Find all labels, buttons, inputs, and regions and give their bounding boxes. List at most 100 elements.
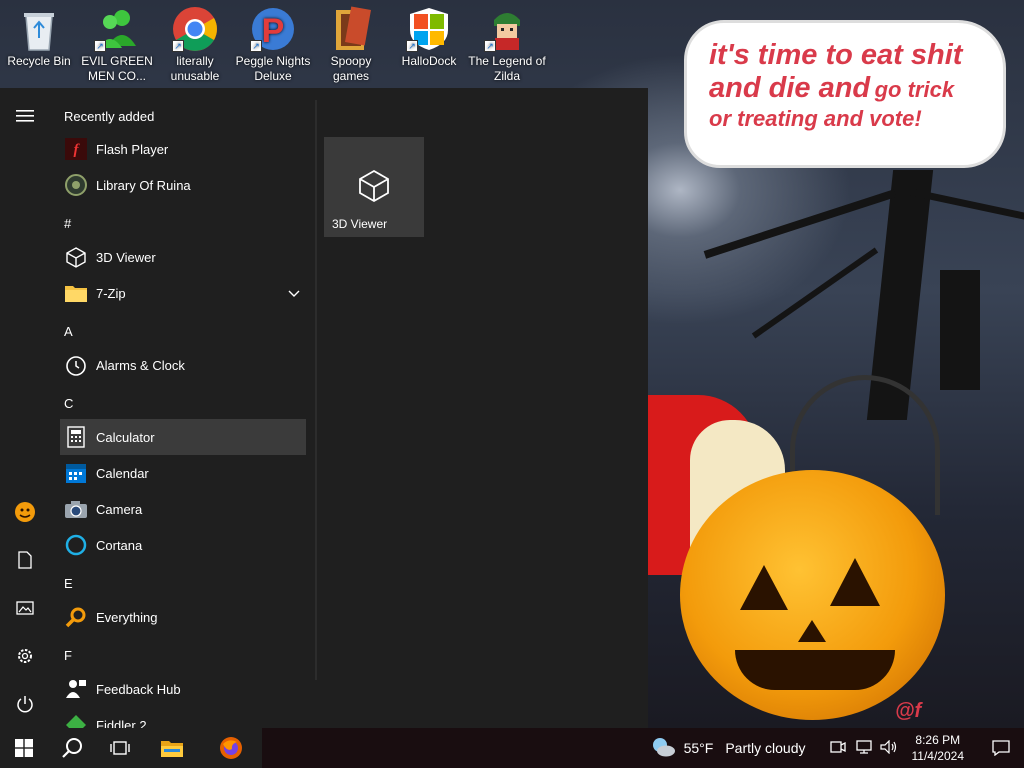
- app-item-label: Alarms & Clock: [96, 357, 185, 373]
- artist-signature: @f: [895, 700, 922, 722]
- app-item-feedback-hub[interactable]: Feedback Hub: [60, 671, 306, 707]
- pumpkin-nose: [798, 620, 826, 642]
- start-windows-icon[interactable]: [0, 728, 48, 768]
- bubble-line-2a: and die and: [709, 72, 871, 105]
- desktop-icon-legend-of-zilda[interactable]: ↗ The Legend of Zilda: [468, 2, 546, 84]
- weather-condition[interactable]: Partly cloudy: [725, 740, 805, 756]
- section-header-e[interactable]: E: [64, 576, 73, 591]
- scrollbar-track[interactable]: [315, 100, 317, 680]
- tile-3d-viewer[interactable]: 3D Viewer: [324, 137, 424, 237]
- desktop-icon-label: HalloDock: [401, 54, 457, 68]
- svg-text:P: P: [262, 12, 285, 50]
- app-item-calculator[interactable]: Calculator: [60, 419, 306, 455]
- feedback-hub-icon: [64, 677, 88, 701]
- speech-bubble: it's time to eat shit and die and go tri…: [684, 20, 1006, 168]
- task-view-icon[interactable]: [96, 728, 144, 768]
- app-item-alarms-clock[interactable]: Alarms & Clock: [60, 347, 306, 383]
- user-avatar-icon[interactable]: [0, 492, 50, 532]
- desktop-icon-label: Recycle Bin: [7, 54, 71, 68]
- start-menu: Recently added f Flash Player Library Of…: [0, 88, 648, 728]
- pumpkin-mouth: [735, 650, 895, 690]
- folder-icon: [64, 281, 88, 305]
- desktop-icon-label: The Legend of Zilda: [468, 54, 546, 83]
- documents-icon[interactable]: [0, 540, 50, 580]
- desktop-icon-spoopy-games[interactable]: Spoopy games: [312, 2, 390, 84]
- shortcut-arrow-icon: ↗: [406, 40, 418, 52]
- castle-silhouette: [940, 270, 980, 390]
- clock-date: 11/4/2024: [911, 749, 965, 763]
- shortcut-arrow-icon: ↗: [94, 40, 106, 52]
- alarm-clock-icon: [64, 353, 88, 377]
- notification-center-icon[interactable]: [978, 728, 1024, 768]
- section-header-f[interactable]: F: [64, 648, 72, 663]
- weather-partly-cloudy-icon[interactable]: [650, 736, 676, 761]
- start-menu-rail: [0, 88, 50, 728]
- app-item-label: Camera: [96, 501, 143, 517]
- app-item-label: Library Of Ruina: [96, 177, 191, 193]
- section-header-a[interactable]: A: [64, 324, 73, 339]
- 3d-cube-icon: [64, 245, 88, 269]
- chrome-icon: ↗: [170, 6, 220, 52]
- app-item-label: Everything: [96, 609, 158, 625]
- shortcut-arrow-icon: ↗: [172, 40, 184, 52]
- recently-added-header: Recently added: [64, 109, 155, 124]
- desktop-icon-label: Peggle Nights Deluxe: [235, 54, 311, 83]
- folder-icon: [326, 6, 376, 52]
- clock[interactable]: 8:26 PM 11/4/2024: [912, 732, 965, 764]
- desktop-icon-recycle-bin[interactable]: Recycle Bin: [0, 2, 78, 69]
- network-icon[interactable]: [855, 739, 872, 757]
- desktop-icon-peggle-nights[interactable]: P ↗ Peggle Nights Deluxe: [234, 2, 312, 84]
- app-item-label: Calendar: [96, 465, 149, 481]
- desktop-icon-label: EVIL GREEN MEN CO...: [81, 54, 153, 83]
- chevron-down-icon[interactable]: [288, 286, 300, 301]
- app-item-camera[interactable]: Camera: [60, 491, 306, 527]
- app-item-flash-player[interactable]: f Flash Player: [60, 131, 306, 167]
- weather-temperature[interactable]: 55°F: [684, 740, 714, 756]
- section-header-hash[interactable]: #: [64, 216, 71, 231]
- meet-now-icon[interactable]: [829, 740, 846, 757]
- taskbar: 55°F Partly cloudy 8:26 PM 11/4/2024: [0, 728, 1024, 768]
- desktop-icon-label: Spoopy games: [330, 54, 372, 83]
- bubble-line-1: it's time to eat shit: [709, 39, 963, 71]
- system-tray: 55°F Partly cloudy 8:26 PM 11/4/2024: [650, 728, 1024, 768]
- volume-icon[interactable]: [879, 739, 898, 757]
- cortana-icon: [64, 533, 88, 557]
- bubble-line-2b: go trick: [874, 77, 955, 103]
- tile-label: 3D Viewer: [332, 217, 388, 231]
- recycle-bin-icon: [14, 6, 64, 52]
- pictures-icon[interactable]: [0, 588, 50, 628]
- file-explorer-icon[interactable]: [144, 728, 200, 768]
- jack-o-lantern-bucket: [680, 470, 945, 720]
- app-item-everything[interactable]: Everything: [60, 599, 306, 635]
- calculator-icon: [64, 425, 88, 449]
- bubble-line-2: and die and go trick: [709, 72, 983, 105]
- desktop-icon-evil-green-men[interactable]: ↗ EVIL GREEN MEN CO...: [78, 2, 156, 84]
- calendar-icon: [64, 461, 88, 485]
- app-item-label: Cortana: [96, 537, 143, 553]
- app-item-7-zip[interactable]: 7-Zip: [60, 275, 306, 311]
- fiddler-icon: [64, 713, 88, 728]
- hamburger-menu-icon[interactable]: [0, 96, 50, 136]
- settings-gear-icon[interactable]: [0, 636, 50, 676]
- desktop-icons: Recycle Bin ↗ EVIL GREEN MEN CO... ↗ lit…: [0, 0, 560, 90]
- app-item-cortana[interactable]: Cortana: [60, 527, 306, 563]
- app-item-fiddler[interactable]: Fiddler 2: [60, 707, 306, 728]
- 3d-cube-icon: [358, 169, 390, 208]
- library-of-ruina-icon: [64, 173, 88, 197]
- search-icon[interactable]: [48, 728, 96, 768]
- flash-player-icon: f: [64, 137, 88, 161]
- desktop-icon-literally-unusable[interactable]: ↗ literally unusable: [156, 2, 234, 84]
- game-character-icon: ↗: [482, 6, 532, 52]
- app-item-label: Fiddler 2: [96, 717, 147, 729]
- app-item-3d-viewer[interactable]: 3D Viewer: [60, 239, 306, 275]
- clock-time: 8:26 PM: [915, 733, 961, 747]
- app-item-label: 7-Zip: [96, 285, 126, 301]
- section-header-c[interactable]: C: [64, 396, 73, 411]
- bubble-line-3: or treating and vote!: [709, 105, 922, 131]
- camera-icon: [64, 497, 88, 521]
- app-item-calendar[interactable]: Calendar: [60, 455, 306, 491]
- power-icon[interactable]: [0, 684, 50, 724]
- firefox-icon[interactable]: [200, 728, 262, 768]
- desktop-icon-hallodock[interactable]: ↗ HalloDock: [390, 2, 468, 69]
- app-item-library-of-ruina[interactable]: Library Of Ruina: [60, 167, 306, 203]
